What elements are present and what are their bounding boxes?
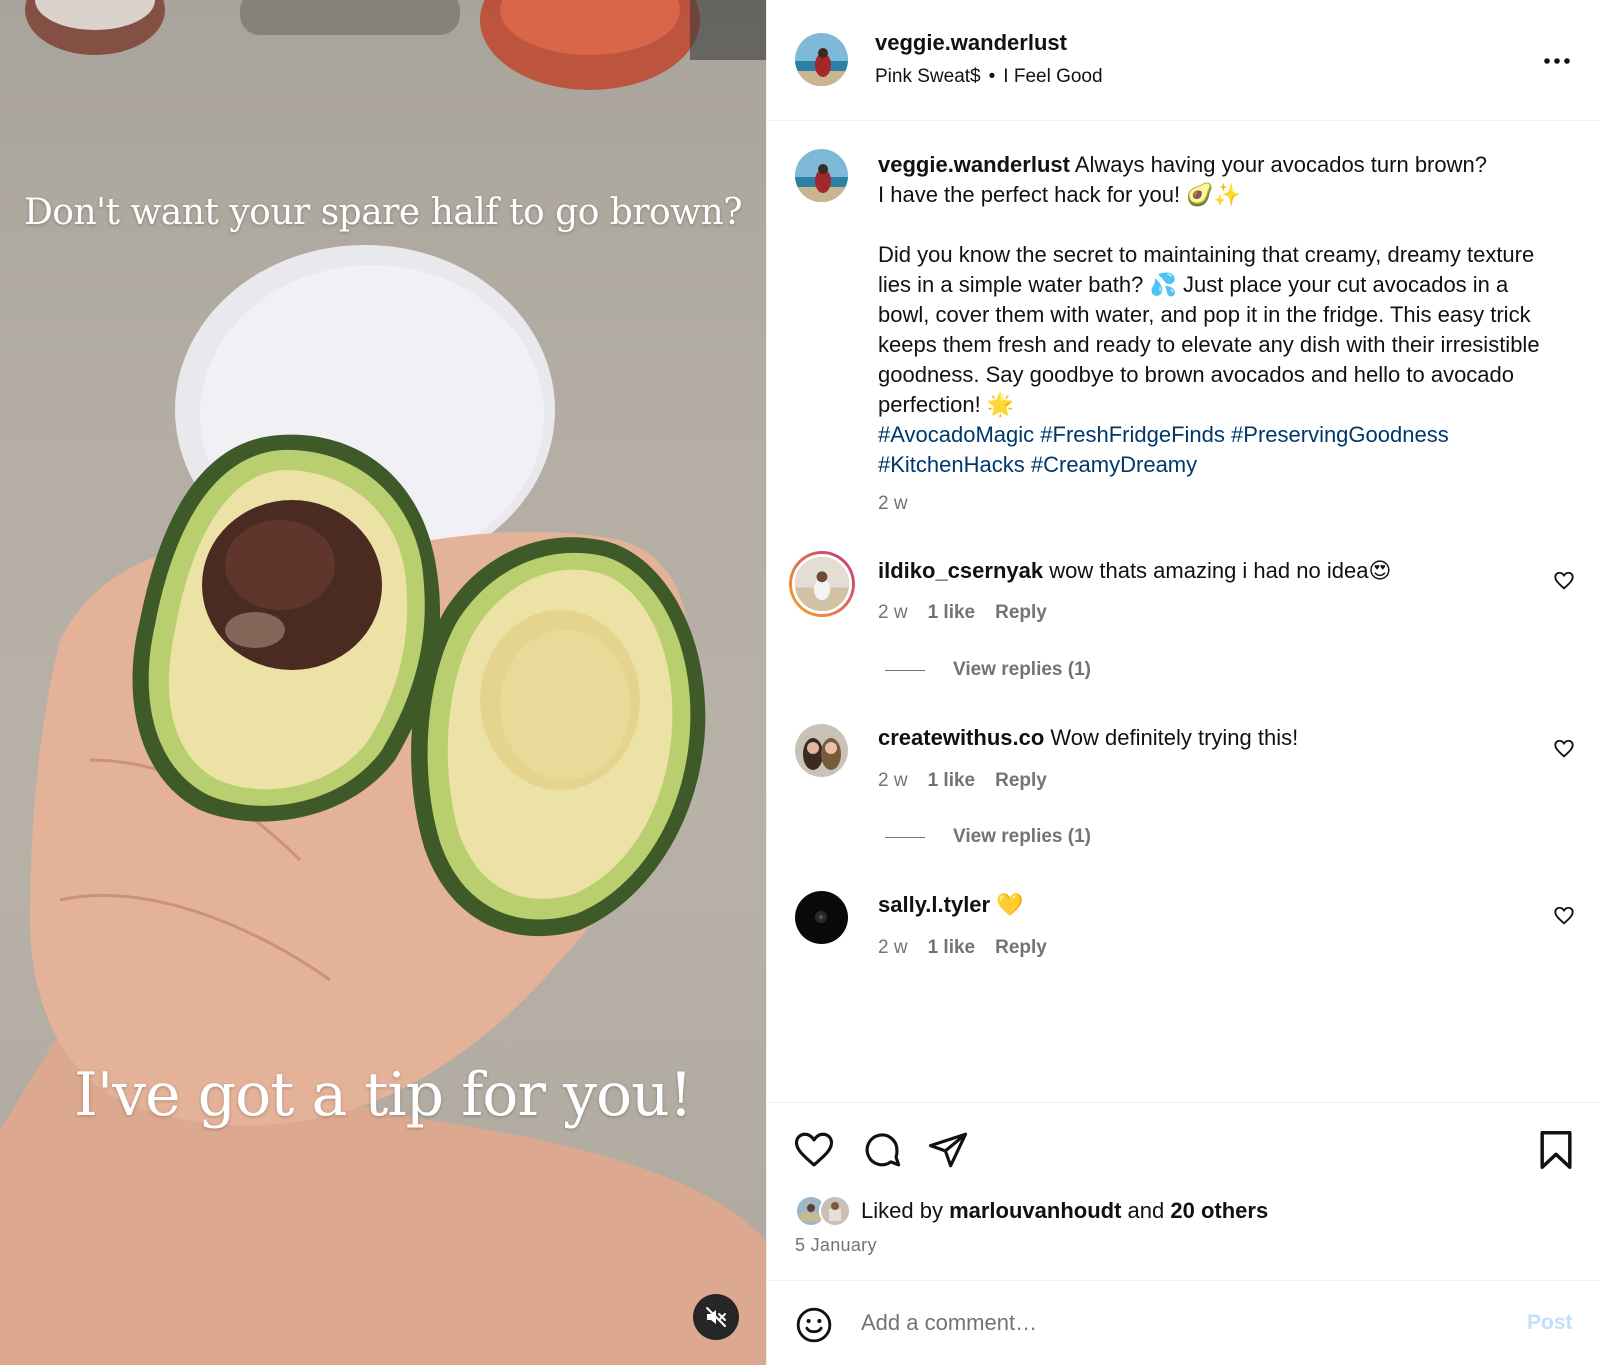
post-comment-button[interactable]: Post — [1527, 1311, 1573, 1335]
caption-meta: 2 w — [878, 493, 908, 515]
audio-separator: • — [988, 66, 996, 87]
comment-likes-count[interactable]: 1 like — [928, 770, 976, 792]
heart-icon[interactable] — [1553, 905, 1575, 927]
video-caption-top: Don't want your spare half to go brown? — [23, 192, 743, 233]
speaker-muted-icon — [706, 1307, 726, 1327]
send-icon[interactable] — [927, 1129, 969, 1171]
mute-button[interactable] — [693, 1294, 739, 1340]
caption-body-text: Did you know the secret to maintaining t… — [878, 242, 1540, 417]
comment-input[interactable] — [861, 1303, 1481, 1343]
view-replies-label: View replies (1) — [953, 826, 1091, 847]
comment-meta: 2 w 1 like Reply — [878, 602, 1047, 624]
comment-avatar[interactable] — [795, 724, 848, 777]
audio-artist[interactable]: Pink Sweat$ — [875, 66, 981, 87]
comment-avatar[interactable] — [795, 891, 848, 944]
heart-icon[interactable] — [1553, 570, 1575, 592]
comment-likes-count[interactable]: 1 like — [928, 937, 976, 959]
caption-line-2: I have the perfect hack for you! 🥑✨ — [878, 182, 1241, 207]
caption-timestamp[interactable]: 2 w — [878, 493, 908, 515]
liker-avatars[interactable] — [795, 1195, 855, 1227]
likes-others-link[interactable]: 20 others — [1170, 1198, 1268, 1224]
heart-icon[interactable] — [1553, 738, 1575, 760]
comment-username[interactable]: createwithus.co — [878, 725, 1044, 750]
author-username[interactable]: veggie.wanderlust — [875, 30, 1067, 56]
post-caption: veggie.wanderlust Always having your avo… — [878, 150, 1558, 480]
caption-author-avatar[interactable] — [795, 149, 848, 202]
view-replies-button[interactable]: View replies (1) — [885, 659, 1091, 681]
comment-likes-count[interactable]: 1 like — [928, 602, 976, 624]
comment-timestamp[interactable]: 2 w — [878, 602, 908, 624]
comment-text: wow thats amazing i had no idea😍 — [1049, 558, 1392, 583]
comment-item: createwithus.co Wow definitely trying th… — [878, 723, 1558, 753]
liker-username[interactable]: marlouvanhoudt — [949, 1198, 1121, 1224]
hashtag-link[interactable]: #FreshFridgeFinds — [1040, 422, 1225, 447]
comment-avatar[interactable] — [789, 551, 855, 617]
audio-attribution[interactable]: Pink Sweat$ • I Feel Good — [875, 66, 1103, 88]
replies-divider — [885, 669, 925, 671]
caption-username[interactable]: veggie.wanderlust — [878, 152, 1070, 177]
more-icon — [1544, 58, 1570, 64]
comment-text: Wow definitely trying this! — [1050, 725, 1299, 750]
bookmark-icon[interactable] — [1537, 1129, 1575, 1171]
post-details-panel: veggie.wanderlust Pink Sweat$ • I Feel Goo… — [766, 0, 1600, 1365]
comment-reply-button[interactable]: Reply — [995, 602, 1047, 624]
audio-track[interactable]: I Feel Good — [1003, 66, 1102, 87]
hashtag-link[interactable]: #KitchenHacks — [878, 452, 1025, 477]
comment-item: sally.l.tyler 💛 — [878, 890, 1558, 920]
hashtag-link[interactable]: #PreservingGoodness — [1231, 422, 1449, 447]
post-actions: Liked by marlouvanhoudt and 20 others 5 … — [767, 1102, 1600, 1280]
hashtag-link[interactable]: #AvocadoMagic — [878, 422, 1034, 447]
heart-icon[interactable] — [793, 1129, 835, 1171]
comment-reply-button[interactable]: Reply — [995, 937, 1047, 959]
post-date[interactable]: 5 January — [795, 1235, 877, 1256]
comment-item: ildiko_csernyak wow thats amazing i had … — [878, 556, 1558, 586]
comment-username[interactable]: ildiko_csernyak — [878, 558, 1043, 583]
more-options-button[interactable] — [1537, 46, 1577, 76]
add-comment-bar: Post — [767, 1280, 1600, 1365]
comment-text: 💛 — [996, 892, 1024, 917]
comment-username[interactable]: sally.l.tyler — [878, 892, 990, 917]
comment-icon[interactable] — [861, 1129, 903, 1171]
likes-conjunction: and — [1127, 1198, 1165, 1223]
post-header: veggie.wanderlust Pink Sweat$ • I Feel Goo… — [767, 0, 1600, 121]
comment-meta: 2 w 1 like Reply — [878, 937, 1047, 959]
view-replies-button[interactable]: View replies (1) — [885, 826, 1091, 848]
comment-meta: 2 w 1 like Reply — [878, 770, 1047, 792]
hashtag-link[interactable]: #CreamyDreamy — [1031, 452, 1197, 477]
replies-divider — [885, 836, 925, 838]
view-replies-label: View replies (1) — [953, 659, 1091, 680]
comment-timestamp[interactable]: 2 w — [878, 937, 908, 959]
likes-prefix: Liked by — [861, 1198, 943, 1223]
reel-video[interactable]: Don't want your spare half to go brown? … — [0, 0, 766, 1365]
caption-hashtags: #AvocadoMagic #FreshFridgeFinds #Preserv… — [878, 420, 1558, 480]
author-avatar[interactable] — [795, 33, 848, 86]
comment-reply-button[interactable]: Reply — [995, 770, 1047, 792]
caption-line-1: Always having your avocados turn brown? — [1074, 152, 1487, 177]
emoji-icon[interactable] — [795, 1306, 833, 1344]
comment-timestamp[interactable]: 2 w — [878, 770, 908, 792]
likes-summary: Liked by marlouvanhoudt and 20 others — [795, 1195, 1268, 1227]
video-caption-bottom: I've got a tip for you! — [74, 1060, 693, 1130]
